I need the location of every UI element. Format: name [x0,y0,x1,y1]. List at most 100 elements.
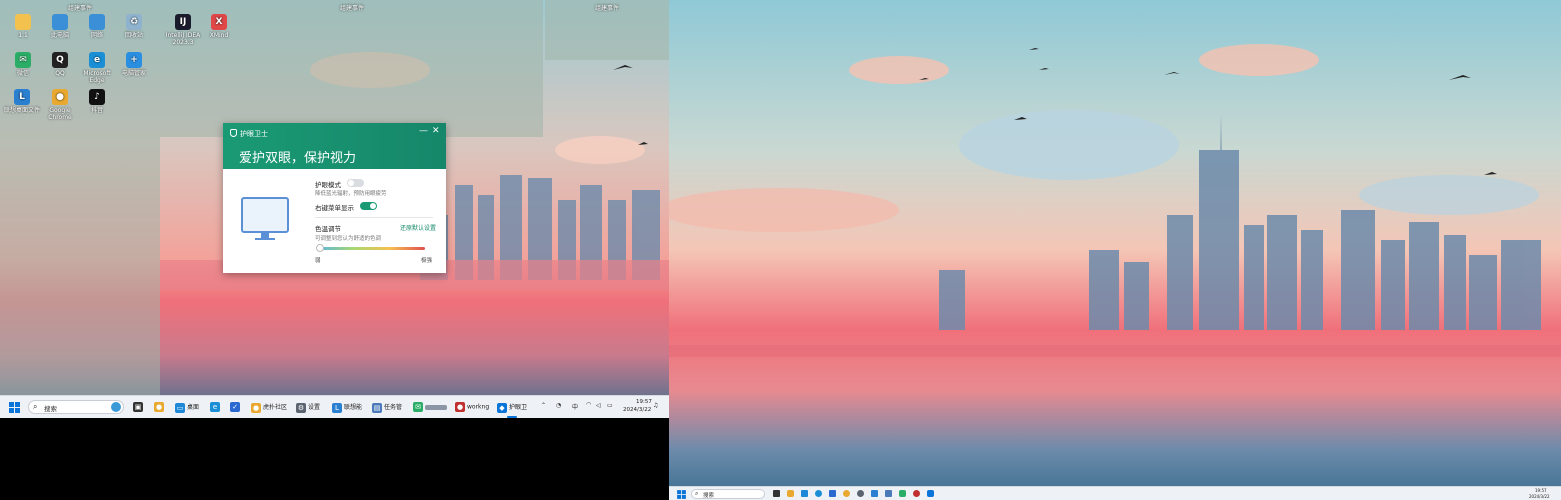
window-title: 护眼卫士 [240,130,268,138]
notify-app-icon: ● [154,402,164,412]
desktop-icon[interactable]: ✉ 微信 [4,52,42,77]
taskbar-app[interactable]: ▭ 桌面 [175,402,199,413]
search-input[interactable]: ⌕ 搜索 [691,489,765,499]
task-view-icon[interactable] [773,490,780,497]
taskbar-app[interactable]: ▤ 任务管 [372,402,402,413]
edge-icon[interactable] [815,490,822,497]
tray-date[interactable]: 2024/3/22 [1529,494,1550,499]
desktop-icon[interactable]: 网络 [78,14,116,39]
tray-network-icon[interactable]: ◠ [586,401,591,408]
color-temp-slider[interactable] [318,247,425,250]
eye-guard-header[interactable]: 护眼卫士 — ✕ 爱护双眼，保护视力 [223,123,446,169]
lenovo-files-icon: L [14,89,30,105]
task-view-icon: ▣ [133,402,143,412]
right-monitor: ⌕ 搜索 19:57 2024/3/22 [669,0,1561,500]
minimize-button[interactable]: — [419,126,428,136]
windows-start-icon[interactable] [677,490,686,499]
folder-icon[interactable] [801,490,808,497]
douyin-icon: ♪ [89,89,105,105]
taskbar-app[interactable]: ● [154,402,166,412]
task-manager-icon[interactable] [885,490,892,497]
color-temp-description: 可调整到您认为舒适的色调 [315,236,382,242]
taskbar-label: 设置 [308,404,321,411]
eye-mode-toggle[interactable] [347,179,364,187]
taskbar-app[interactable]: L 联想能 [332,402,362,413]
wallpaper-right [669,0,1561,500]
taskbar-task-view[interactable]: ▣ [133,402,145,412]
desktop-icon-label: 1.1 [18,32,28,39]
notify-app-icon[interactable] [787,490,794,497]
shield-icon[interactable] [927,490,934,497]
tray-time[interactable]: 19:57 [1535,488,1547,493]
desktop-icon-label: 联想桌面文件 [3,107,40,114]
computer-icon [52,14,68,30]
desktop-icon[interactable]: X XMind [200,14,238,39]
search-placeholder: 搜索 [703,493,715,499]
app-icon[interactable] [913,490,920,497]
desktop-icon[interactable]: IJ IntelliJ IDEA 2023.3 [163,14,203,46]
notification-bell-icon[interactable]: ♫ [653,402,658,409]
taskbar-app[interactable]: ✉ [413,402,447,412]
context-menu-label: 右键菜单显示 [315,204,354,212]
desktop-icon-label: 微信 [16,70,29,77]
qq-icon: Q [52,52,68,68]
tray-language[interactable]: 中 [572,402,578,411]
color-temp-slider-handle[interactable] [316,244,324,252]
recycle-bin-icon: ♻ [126,14,142,30]
desktop-icon[interactable]: e Microsoft Edge [78,52,116,84]
desktop-icon[interactable]: 1.1 [4,14,42,39]
network-icon [89,14,105,30]
desktop-icon[interactable]: L 联想桌面文件 [2,89,42,114]
desktop-icon-label: 此电脑 [50,32,69,39]
desktop-icon-label: 电脑管家 [121,70,146,77]
todo-icon[interactable] [829,490,836,497]
wechat-icon: ✉ [15,52,31,68]
tray-overflow-icon[interactable]: ⌃ [541,402,546,409]
search-icon: ⌕ [695,490,699,497]
gear-icon[interactable] [857,490,864,497]
edge-icon: e [210,402,220,412]
desktop-icon[interactable]: 此电脑 [41,14,79,39]
pc-manager-icon: + [126,52,142,68]
tray-app-icon[interactable]: ◔ [556,402,561,409]
windows-start-icon[interactable] [9,402,20,413]
folder-icon [15,14,31,30]
app-icon: ● [455,402,465,412]
desktop-icon[interactable]: Q QQ [41,52,79,77]
search-input[interactable]: ⌕ 搜索 [28,400,124,414]
taskbar-left: ⌕ 搜索 ▣ ● ▭ 桌面 e ✓ ● 虎扑社区 ⚙ 设置 L 联想能 ▤ 任务管 ✉ ●… [0,395,669,418]
taskbar-app-active[interactable]: ◆ 护眼卫 [497,402,527,413]
eye-mode-description: 降低蓝光辐射，预防用眼疲劳 [315,191,387,197]
taskbar-app[interactable]: ✓ [230,402,242,412]
taskbar-right: ⌕ 搜索 19:57 2024/3/22 [669,486,1561,500]
divider [315,217,433,218]
tray-time[interactable]: 19:57 [636,399,652,405]
slider-min-label: 弱 [315,258,321,264]
chrome-icon[interactable] [843,490,850,497]
desktop-icon-label: 网络 [90,32,103,39]
context-menu-toggle[interactable] [360,202,377,210]
taskbar-app[interactable]: ● workng [455,402,489,412]
color-temp-label: 色温调节 [315,225,341,233]
shield-icon [230,129,237,137]
desktop-icon[interactable]: + 电脑管家 [115,52,153,77]
desktop-icon[interactable]: ● Google Chrome [41,89,79,121]
desktop-icon[interactable]: ♪ 抖音 [78,89,116,114]
close-button[interactable]: ✕ [432,126,440,136]
desktop-icon[interactable]: ♻ 回收站 [115,14,153,39]
taskbar-app[interactable]: ⚙ 设置 [296,402,320,413]
wechat-icon[interactable] [899,490,906,497]
slider-max-label: 极强 [421,258,433,264]
taskbar-app[interactable]: ● 虎扑社区 [251,402,287,413]
restore-default-link[interactable]: 还原默认设置 [400,223,436,232]
tray-battery-icon[interactable]: ▭ [607,402,613,409]
desktop-icon-label: 抖音 [90,107,103,114]
tray-date[interactable]: 2024/3/22 [623,407,651,413]
shield-icon: ◆ [497,402,507,413]
lenovo-vantage-icon[interactable] [871,490,878,497]
taskbar-app[interactable]: e [210,402,222,412]
tray-volume-icon[interactable]: ◁ [596,402,601,409]
search-icon: ⌕ [33,402,38,411]
desktop-icon-label: QQ [55,70,65,77]
edge-icon: e [89,52,105,68]
